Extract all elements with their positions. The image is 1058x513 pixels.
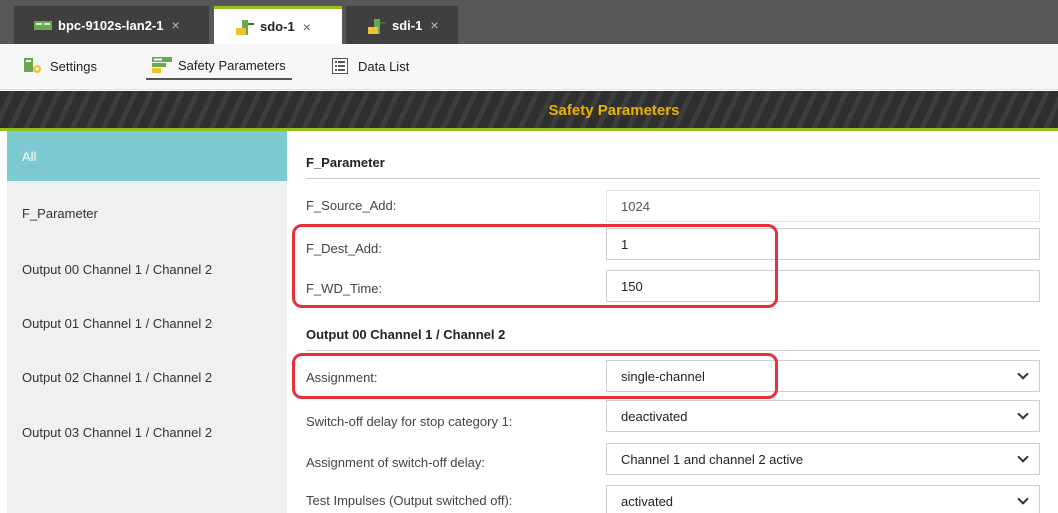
parameter-group-sidebar: All F_Parameter Output 00 Channel 1 / Ch… xyxy=(7,131,287,513)
assignment-delay-value: Channel 1 and channel 2 active xyxy=(621,451,804,467)
module-icon xyxy=(368,18,386,34)
test-impulses-value: activated xyxy=(621,493,674,509)
sidebar-item-output-03[interactable]: Output 03 Channel 1 / Channel 2 xyxy=(7,407,287,457)
sidebar-item-output-01[interactable]: Output 01 Channel 1 / Channel 2 xyxy=(7,298,287,348)
switch-off-delay-value: deactivated xyxy=(621,408,688,424)
tab-label: sdo-1 xyxy=(260,19,295,34)
sidebar-item-f-parameter[interactable]: F_Parameter xyxy=(7,188,287,238)
data-list-label: Data List xyxy=(358,58,410,74)
tab-label: bpc-9102s-lan2-1 xyxy=(58,17,164,33)
assignment-delay-select[interactable]: Channel 1 and channel 2 active xyxy=(606,443,1040,475)
page-title: Safety Parameters xyxy=(548,102,680,119)
module-icon xyxy=(236,20,254,35)
switch-off-delay-label: Switch-off delay for stop category 1: xyxy=(306,414,513,429)
list-icon xyxy=(332,58,350,74)
highlight-box-f-dest-wd xyxy=(292,224,778,308)
safety-parameters-icon xyxy=(152,57,172,73)
data-list-button[interactable]: Data List xyxy=(326,52,415,80)
sidebar-item-output-02[interactable]: Output 02 Channel 1 / Channel 2 xyxy=(7,352,287,402)
settings-label: Settings xyxy=(50,58,97,74)
sidebar-item-output-00[interactable]: Output 00 Channel 1 / Channel 2 xyxy=(7,244,287,294)
close-icon[interactable]: × xyxy=(172,17,180,33)
f-source-add-label: F_Source_Add: xyxy=(306,198,397,213)
document-tab-strip: bpc-9102s-lan2-1 × sdo-1 × sdi-1 × xyxy=(0,0,1058,44)
tab-sdi-1[interactable]: sdi-1 × xyxy=(346,6,458,44)
section-heading-output-00: Output 00 Channel 1 / Channel 2 xyxy=(306,327,1040,351)
tab-bpc-9102s-lan2-1[interactable]: bpc-9102s-lan2-1 × xyxy=(14,6,209,44)
close-icon[interactable]: × xyxy=(303,19,311,35)
tab-sdo-1[interactable]: sdo-1 × xyxy=(214,6,342,44)
highlight-box-assignment xyxy=(292,353,778,399)
safety-parameters-label: Safety Parameters xyxy=(178,57,286,73)
settings-button[interactable]: Settings xyxy=(18,52,103,80)
switch-off-delay-select[interactable]: deactivated xyxy=(606,400,1040,432)
sidebar-item-all[interactable]: All xyxy=(7,131,287,181)
close-icon[interactable]: × xyxy=(430,17,438,33)
section-heading-f-parameter: F_Parameter xyxy=(306,155,1040,179)
test-impulses-select[interactable]: activated xyxy=(606,485,1040,513)
chevron-down-icon xyxy=(1017,451,1029,463)
safety-parameters-button[interactable]: Safety Parameters xyxy=(146,52,292,80)
assignment-delay-label: Assignment of switch-off delay: xyxy=(306,455,485,470)
chevron-down-icon xyxy=(1017,408,1029,420)
chevron-down-icon xyxy=(1017,493,1029,505)
f-source-add-value: 1024 xyxy=(621,198,650,214)
f-source-add-field[interactable]: 1024 xyxy=(606,190,1040,222)
tab-label: sdi-1 xyxy=(392,17,423,33)
editor-toolbar: Settings Safety Parameters Data List xyxy=(0,44,1058,90)
settings-icon xyxy=(24,58,42,74)
chevron-down-icon xyxy=(1017,368,1029,380)
page-title-bar: Safety Parameters xyxy=(0,91,1058,131)
test-impulses-label: Test Impulses (Output switched off): xyxy=(306,493,513,508)
device-icon xyxy=(34,19,52,32)
